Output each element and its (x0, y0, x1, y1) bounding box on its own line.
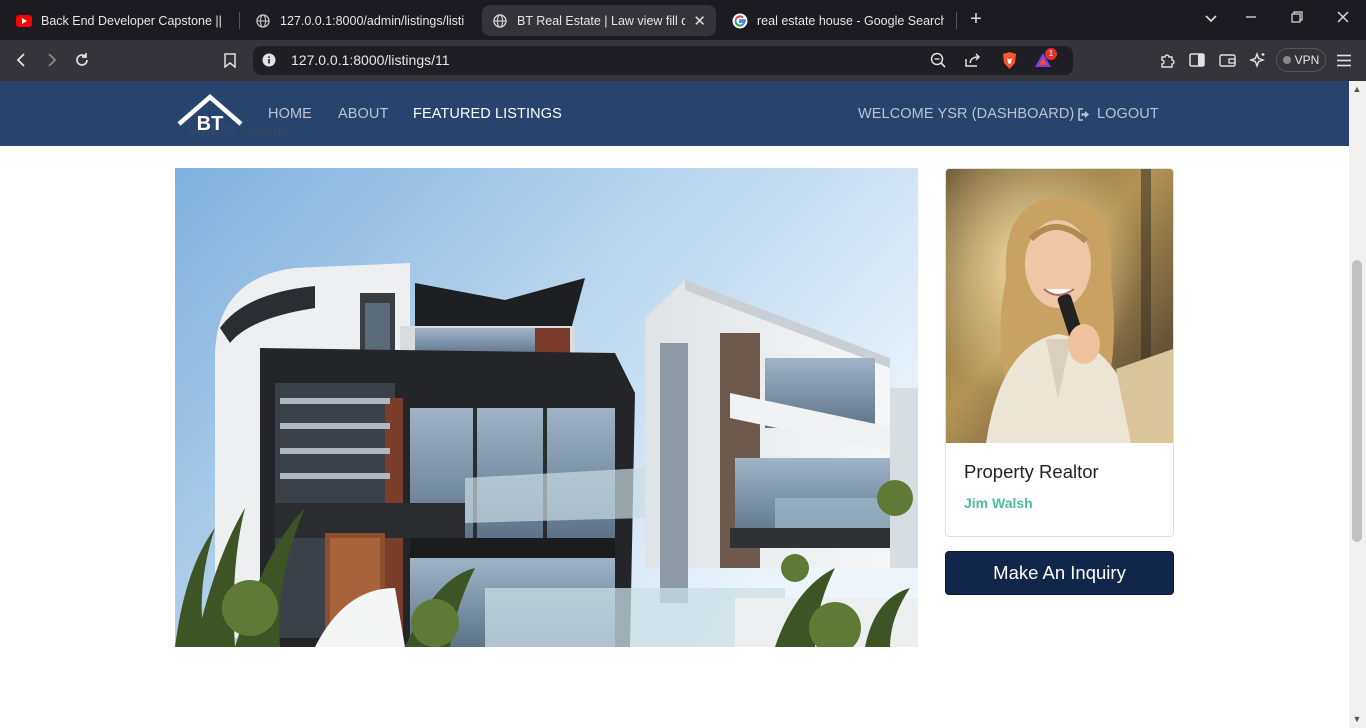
share-icon[interactable] (961, 49, 983, 71)
nav-dashboard[interactable]: WELCOME YSR (DASHBOARD) (858, 106, 1074, 122)
tab-title: real estate house - Google Search (757, 13, 944, 28)
vpn-label: VPN (1294, 53, 1320, 67)
back-arrow-icon[interactable] (11, 49, 33, 71)
tab-bt-real-estate[interactable]: BT Real Estate | Law view fill dec ✕ (482, 5, 716, 36)
zoom-icon[interactable] (927, 49, 949, 71)
tab-admin-listings[interactable]: 127.0.0.1:8000/admin/listings/listing (245, 5, 475, 36)
reload-icon[interactable] (71, 49, 93, 71)
listing-main-photo (175, 168, 918, 647)
site-info-icon[interactable] (258, 49, 280, 71)
realtor-card: Property Realtor Jim Walsh (945, 168, 1174, 537)
rewards-count-badge: 1 (1045, 48, 1057, 60)
nav-logout[interactable]: LOGOUT (1078, 106, 1159, 122)
realtor-name: Jim Walsh (964, 495, 1033, 511)
tab-separator (239, 12, 240, 29)
nav-featured-listings[interactable]: FEATURED LISTINGS (413, 106, 562, 122)
google-icon (732, 13, 748, 29)
browser-tab-strip: Back End Developer Capstone || Bac 127.0… (0, 0, 1366, 40)
close-tab-icon[interactable]: ✕ (693, 12, 706, 30)
tab-title: 127.0.0.1:8000/admin/listings/listing (280, 13, 465, 28)
new-tab-icon[interactable]: + (966, 8, 986, 30)
minimize-icon[interactable] (1241, 8, 1261, 30)
scroll-down-icon[interactable]: ▼ (1352, 714, 1362, 724)
tab-title: Back End Developer Capstone || Bac (41, 13, 224, 28)
tab-youtube[interactable]: Back End Developer Capstone || Bac (6, 5, 234, 36)
nav-home[interactable]: HOME (268, 106, 312, 122)
tab-separator (956, 12, 957, 29)
make-inquiry-button[interactable]: Make An Inquiry (945, 551, 1174, 595)
bookmark-icon[interactable] (219, 49, 241, 71)
tab-search-chevron-icon[interactable] (1201, 8, 1221, 30)
forward-arrow-icon[interactable] (40, 49, 62, 71)
globe-icon (492, 13, 508, 29)
leo-ai-icon[interactable] (1246, 49, 1268, 71)
vpn-status-icon (1282, 56, 1291, 64)
globe-icon (255, 13, 271, 29)
logout-label: LOGOUT (1097, 106, 1159, 122)
realtor-card-title: Property Realtor (964, 461, 1099, 482)
bt-logo[interactable]: BT (176, 94, 244, 135)
close-window-icon[interactable] (1333, 8, 1353, 30)
logo-text: BT (197, 113, 224, 134)
scroll-up-icon[interactable]: ▲ (1352, 84, 1362, 94)
realtor-photo (946, 169, 1173, 443)
youtube-icon (16, 13, 32, 29)
tab-google-search[interactable]: real estate house - Google Search (722, 5, 954, 36)
address-url[interactable]: 127.0.0.1:8000/listings/11 (291, 52, 450, 68)
vpn-button[interactable]: VPN (1276, 48, 1326, 72)
tab-title: BT Real Estate | Law view fill dec (517, 13, 686, 28)
nav-about[interactable]: ABOUT (338, 106, 388, 122)
scrollbar-thumb[interactable] (1352, 260, 1362, 542)
sidebar-toggle-icon[interactable] (1186, 49, 1208, 71)
brave-shields-icon[interactable] (998, 49, 1020, 71)
restore-icon[interactable] (1287, 8, 1307, 30)
menu-icon[interactable] (1333, 49, 1355, 71)
logout-icon (1078, 107, 1089, 121)
extensions-icon[interactable] (1156, 49, 1178, 71)
wallet-icon[interactable] (1216, 49, 1238, 71)
